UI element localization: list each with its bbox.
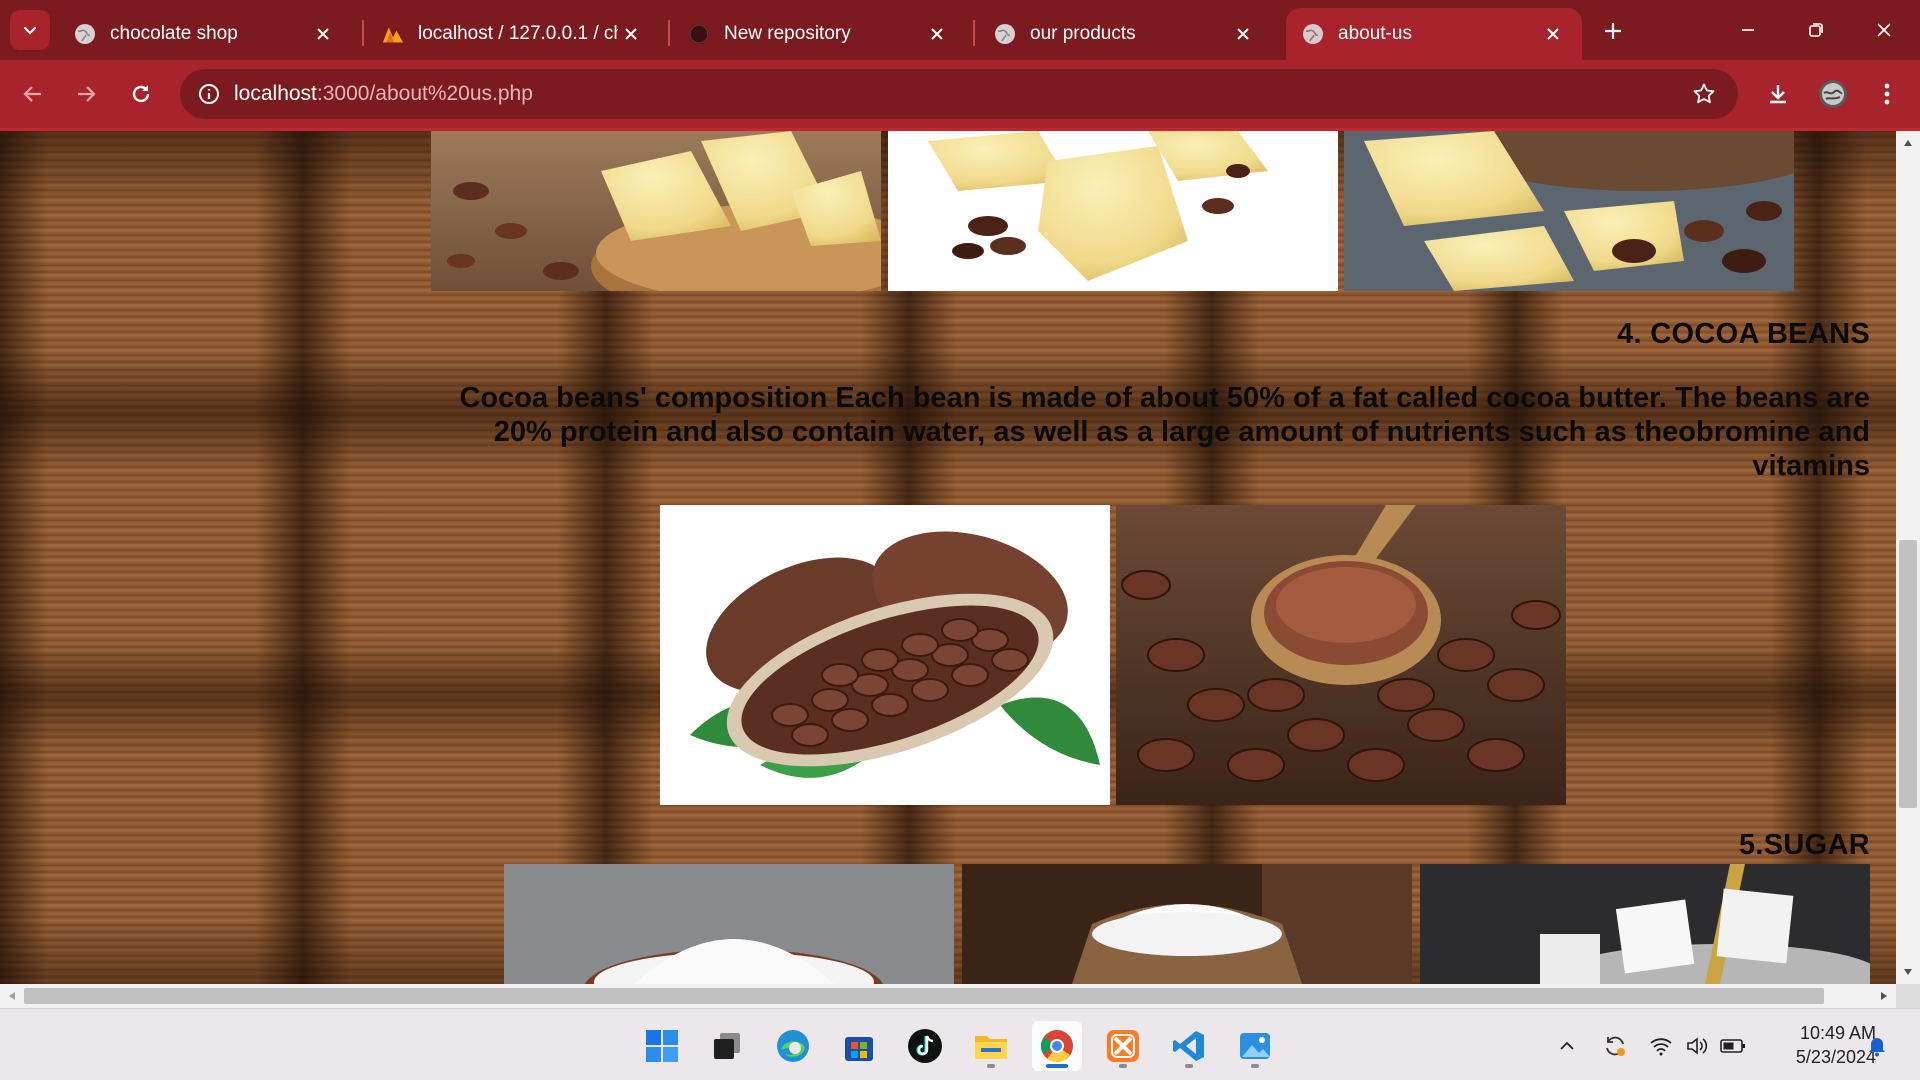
battery-icon[interactable] <box>1718 1031 1748 1061</box>
wifi-icon[interactable] <box>1646 1031 1676 1061</box>
sync-icon[interactable] <box>1600 1031 1630 1061</box>
clock-time: 10:49 AM <box>1799 1023 1876 1043</box>
url-path: :3000/about%20us.php <box>316 82 533 105</box>
globe-icon <box>74 23 96 45</box>
url-text: localhost:3000/about%20us.php <box>234 82 533 106</box>
photos-icon[interactable] <box>1230 1021 1280 1071</box>
system-clock[interactable]: 10:49 AM 5/23/2024 <box>1766 1021 1876 1069</box>
close-icon[interactable] <box>924 21 950 47</box>
edge-icon[interactable] <box>768 1021 818 1071</box>
cocoa-pod-image <box>660 505 1110 805</box>
phpmyadmin-icon <box>382 23 404 45</box>
back-button[interactable] <box>12 73 54 115</box>
chevron-up-icon[interactable] <box>1552 1031 1582 1061</box>
section-text-cocoa-beans: Cocoa beans' composition Each bean is ma… <box>459 382 1870 482</box>
tab-new-repository[interactable]: New repository <box>672 8 966 60</box>
download-icon <box>1770 85 1786 104</box>
tab-separator <box>362 20 364 46</box>
globe-icon <box>994 23 1016 45</box>
close-icon[interactable] <box>310 21 336 47</box>
page-viewport: 4. COCOA BEANS Cocoa beans' composition … <box>0 131 1896 984</box>
tab-search-button[interactable] <box>10 10 50 50</box>
horizontal-scroll-thumb[interactable] <box>24 988 1824 1004</box>
github-icon <box>688 23 710 45</box>
tab-separator <box>973 20 975 46</box>
task-view-icon[interactable] <box>702 1021 752 1071</box>
restore-button[interactable] <box>1788 8 1844 52</box>
app-running-indicator <box>1119 1064 1127 1068</box>
plus-icon <box>1605 23 1621 39</box>
app-active-indicator <box>1046 1064 1068 1068</box>
tab-chocolate-shop[interactable]: chocolate shop <box>58 8 352 60</box>
more-vertical-icon <box>1884 83 1890 105</box>
cocoa-butter-image-1 <box>431 131 881 291</box>
scroll-down-arrow-icon[interactable] <box>1898 962 1918 982</box>
forward-button[interactable] <box>65 73 107 115</box>
profile-button[interactable] <box>1812 73 1854 115</box>
arrow-left-icon <box>23 86 41 102</box>
restore-icon <box>1809 23 1823 37</box>
tab-title: our products <box>1030 23 1136 44</box>
tab-separator <box>668 20 670 46</box>
cocoa-powder-image <box>1116 505 1566 805</box>
taskbar: 10:49 AM 5/23/2024 <box>0 1008 1920 1080</box>
store-icon[interactable] <box>834 1021 884 1071</box>
scrollbar-corner <box>1896 984 1920 1008</box>
scroll-left-arrow-icon[interactable] <box>2 986 22 1006</box>
notification-bell-icon[interactable] <box>1862 1031 1892 1061</box>
volume-icon[interactable] <box>1682 1031 1712 1061</box>
tab-title: about-us <box>1338 23 1412 44</box>
chevron-down-icon <box>23 26 37 35</box>
minimize-icon <box>1742 29 1754 31</box>
site-info-icon[interactable] <box>184 69 234 119</box>
app-running-indicator <box>987 1064 995 1068</box>
tab-our-products[interactable]: our products <box>978 8 1272 60</box>
close-icon <box>1877 23 1891 37</box>
arrow-right-icon <box>78 86 96 102</box>
globe-icon <box>1302 23 1324 45</box>
avatar <box>1819 80 1847 108</box>
cocoa-butter-image-3 <box>1344 131 1794 291</box>
address-bar[interactable]: localhost:3000/about%20us.php <box>180 69 1738 119</box>
tab-title: New repository <box>724 23 851 44</box>
section-title-sugar: 5.SUGAR <box>1738 829 1870 861</box>
chrome-icon[interactable] <box>1032 1021 1082 1071</box>
url-host: localhost <box>234 82 317 105</box>
browser-toolbar: localhost:3000/about%20us.php <box>0 60 1920 129</box>
scroll-right-arrow-icon[interactable] <box>1874 986 1894 1006</box>
vertical-scroll-thumb[interactable] <box>1899 540 1917 808</box>
section-title-cocoa-beans: 4. COCOA BEANS <box>1617 318 1870 350</box>
downloads-button[interactable] <box>1757 73 1799 115</box>
tab-about-us[interactable]: about-us <box>1286 8 1582 60</box>
clock-date: 5/23/2024 <box>1795 1047 1876 1067</box>
tab-phpmyadmin[interactable]: localhost / 127.0.0.1 / chc <box>366 8 660 60</box>
xampp-icon[interactable] <box>1098 1021 1148 1071</box>
reload-button[interactable] <box>120 73 162 115</box>
scroll-up-arrow-icon[interactable] <box>1898 133 1918 153</box>
tiktok-icon[interactable] <box>900 1021 950 1071</box>
bookmark-star-icon[interactable] <box>1688 78 1720 110</box>
close-icon[interactable] <box>1230 21 1256 47</box>
file-explorer-icon[interactable] <box>966 1021 1016 1071</box>
sugar-cubes-image <box>1420 864 1870 984</box>
new-tab-button[interactable] <box>1596 14 1630 48</box>
vscode-icon[interactable] <box>1164 1021 1214 1071</box>
sugar-sack-image <box>962 864 1412 984</box>
sugar-bowl-image <box>504 864 954 984</box>
tab-title: localhost / 127.0.0.1 / chc <box>418 23 618 44</box>
tab-title: chocolate shop <box>110 23 238 44</box>
cocoa-butter-image-2 <box>888 131 1338 291</box>
windows-start-icon[interactable] <box>637 1021 687 1071</box>
close-window-button[interactable] <box>1856 8 1912 52</box>
app-running-indicator <box>1185 1064 1193 1068</box>
minimize-button[interactable] <box>1720 8 1776 52</box>
app-running-indicator <box>1251 1064 1259 1068</box>
close-icon[interactable] <box>1540 21 1566 47</box>
reload-icon <box>132 85 150 103</box>
tab-strip: chocolate shop localhost / 127.0.0.1 / c… <box>0 0 1920 60</box>
browser-menu-button[interactable] <box>1866 73 1908 115</box>
close-icon[interactable] <box>618 21 644 47</box>
